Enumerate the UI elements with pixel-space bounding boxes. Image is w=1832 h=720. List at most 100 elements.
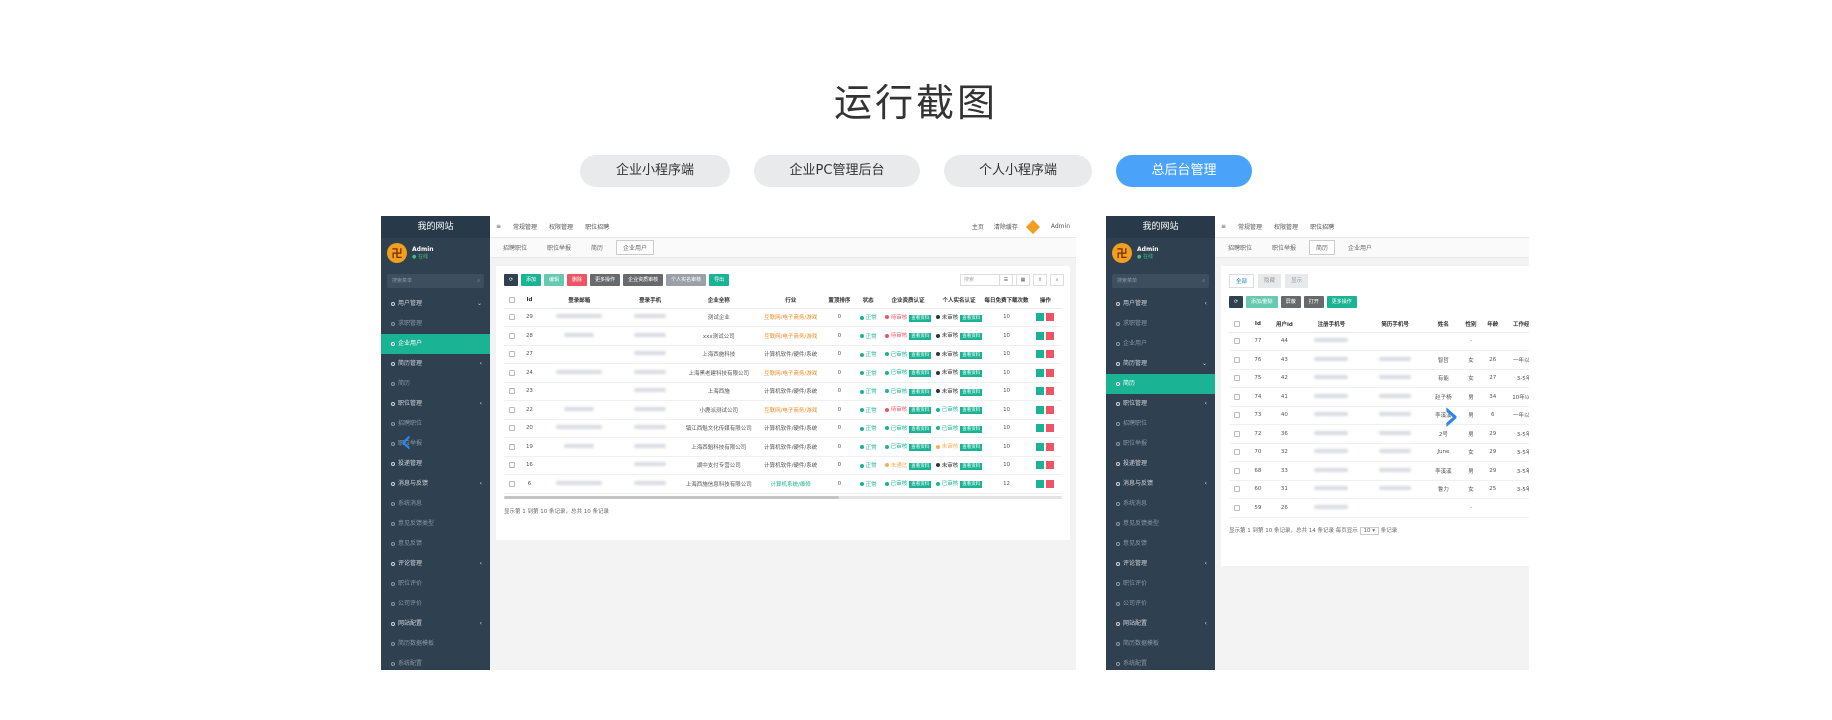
column-header[interactable]: 每日免费下载次数 (984, 292, 1029, 309)
column-header[interactable]: Id (1245, 316, 1270, 333)
sidebar-item[interactable]: 网站配置 ‹ (381, 614, 490, 634)
column-header[interactable]: 工作经验 (1503, 316, 1529, 333)
delete-icon[interactable] (1046, 479, 1055, 488)
view-details-button[interactable]: 查看资料 (909, 444, 932, 452)
row-checkbox[interactable] (1234, 375, 1241, 381)
sidebar-item[interactable]: 系统配置 (1106, 654, 1215, 670)
edit-icon[interactable] (1036, 350, 1045, 359)
top-nav-item[interactable]: 权限管理 (549, 222, 573, 231)
row-checkbox[interactable] (508, 406, 515, 413)
edit-icon[interactable] (1036, 387, 1045, 396)
column-header[interactable]: 用户id (1269, 316, 1299, 333)
sidebar-item[interactable]: 意见反馈 (1106, 534, 1215, 554)
search-icon[interactable]: ⌕ (1050, 274, 1064, 286)
edit-icon[interactable] (1036, 331, 1045, 340)
column-header[interactable] (1229, 316, 1246, 333)
tab-3[interactable]: 个人小程序端 (944, 155, 1092, 187)
column-header[interactable]: 操作 (1028, 292, 1062, 309)
view-details-button[interactable]: 查看资料 (909, 351, 932, 359)
row-checkbox[interactable] (1234, 338, 1241, 344)
sidebar-item[interactable]: 简历数据模板 (381, 634, 490, 654)
column-header[interactable]: 年龄 (1481, 316, 1504, 333)
select-all-checkbox[interactable] (1234, 320, 1241, 327)
toolbar-button[interactable]: 屏蔽 (1280, 296, 1301, 308)
filter-tab[interactable]: 隐藏 (1258, 274, 1282, 288)
table-row[interactable]: 7441赵子杨男3410年以上 (1229, 387, 1529, 407)
toolbar-button[interactable]: 更多操作 (1326, 296, 1357, 308)
view-details-button[interactable]: 查看资料 (960, 481, 983, 489)
delete-icon[interactable] (1046, 331, 1055, 340)
column-header[interactable]: 企业资质认证 (882, 292, 934, 309)
view-details-button[interactable]: 查看资料 (909, 314, 932, 322)
refresh-button[interactable]: ⟳ (504, 274, 518, 286)
delete-icon[interactable] (1046, 350, 1055, 359)
sidebar-search-input[interactable]: 搜索菜单 ⌕ (1112, 274, 1209, 288)
next-arrow-icon[interactable]: › (1436, 394, 1466, 438)
table-row[interactable]: 6833 李溪溪男293-5年 (1229, 461, 1529, 481)
view-details-button[interactable]: 查看资料 (909, 388, 932, 396)
table-row[interactable]: 7032 June女293-5年 (1229, 443, 1529, 462)
toolbar-button[interactable]: 企业资质审核 (623, 274, 664, 286)
delete-icon[interactable] (1046, 405, 1055, 414)
column-header[interactable]: 企业全称 (681, 292, 757, 309)
sidebar-item[interactable]: 评论管理 ‹ (381, 554, 490, 574)
tab-4[interactable]: 总后台管理 (1116, 155, 1252, 187)
row-checkbox[interactable] (508, 443, 515, 450)
column-header[interactable]: 姓名 (1426, 316, 1461, 333)
column-header[interactable]: 登录手机 (619, 292, 682, 309)
toolbar-button[interactable]: 更多操作 (590, 274, 621, 286)
sidebar-item[interactable]: 简历管理 ⌄ (1106, 354, 1215, 374)
sidebar-item[interactable]: 投递管理 (1106, 454, 1215, 474)
sidebar-item[interactable]: 公司评价 (381, 594, 490, 614)
sidebar-item[interactable]: 意见反馈 (381, 534, 490, 554)
table-row[interactable]: 59 26 - (1229, 498, 1529, 518)
sidebar-item[interactable]: 职位举报 (1106, 434, 1215, 454)
column-header[interactable]: 状态 (853, 292, 883, 309)
view-details-button[interactable]: 查看资料 (960, 444, 983, 452)
view-details-button[interactable]: 查看资料 (909, 425, 932, 433)
prev-arrow-icon[interactable]: ‹ (391, 421, 421, 461)
page-tab[interactable]: 企业用户 (616, 240, 655, 255)
table-row[interactable]: 6031 鲁力女253-5年 (1229, 480, 1529, 499)
sidebar-item[interactable]: 系统消息 (381, 494, 490, 514)
row-checkbox[interactable] (508, 332, 515, 339)
sidebar-item[interactable]: 企业用户 (1106, 334, 1215, 354)
table-row[interactable]: 23 上海西施 计算机软件/硬件/系统 0 正常 已审核 查看资料 未审核 查看资料 10 (504, 382, 1062, 401)
page-tab[interactable]: 职位举报 (1265, 240, 1303, 255)
row-checkbox[interactable] (508, 351, 515, 357)
view-details-button[interactable]: 查看资料 (909, 407, 932, 415)
top-nav-item[interactable]: 职位招聘 (1310, 222, 1334, 231)
refresh-button[interactable]: ⟳ (1229, 296, 1243, 308)
row-checkbox[interactable] (508, 369, 515, 376)
sidebar-item[interactable]: 简历 (1106, 374, 1215, 394)
view-details-button[interactable]: 查看资料 (960, 462, 983, 470)
view-details-button[interactable]: 查看资料 (909, 481, 932, 489)
sidebar-item[interactable]: 系统消息 (1106, 494, 1215, 514)
edit-icon[interactable] (1036, 405, 1045, 414)
column-header[interactable]: 注册手机号 (1298, 316, 1364, 333)
row-checkbox[interactable] (1234, 449, 1241, 455)
top-nav-item[interactable]: 职位招聘 (585, 222, 609, 231)
delete-icon[interactable] (1046, 424, 1055, 433)
table-row[interactable]: 7340李溪溪男6一年以内 (1229, 406, 1529, 425)
table-row[interactable]: 7643 智哲女26一年以内 (1229, 350, 1529, 370)
horizontal-scrollbar[interactable] (504, 495, 1062, 499)
sidebar-item[interactable]: 评论管理 ‹ (1106, 554, 1215, 574)
toolbar-button[interactable]: 打开 (1303, 296, 1324, 308)
column-header[interactable]: 置顶排序 (825, 292, 854, 309)
sidebar-item[interactable]: 职位管理 ‹ (1106, 394, 1215, 414)
edit-icon[interactable] (1036, 461, 1045, 470)
page-tab[interactable]: 招聘职位 (1221, 240, 1259, 255)
view-details-button[interactable]: 查看资料 (960, 407, 983, 415)
page-size-select[interactable]: 10 ▾ (1359, 526, 1380, 535)
view-details-button[interactable]: 查看资料 (909, 333, 932, 341)
sidebar-item[interactable]: 消息与反馈 ‹ (381, 474, 490, 494)
view-details-button[interactable]: 查看资料 (960, 333, 983, 341)
column-header[interactable]: 行业 (756, 292, 826, 309)
filter-tab[interactable]: 显示 (1285, 274, 1309, 288)
table-row[interactable]: 7542 有能女273-5年 (1229, 369, 1529, 388)
sidebar-item[interactable]: 消息与反馈 ‹ (1106, 474, 1215, 494)
sidebar-item[interactable]: 职位管理 ‹ (381, 394, 490, 414)
top-nav-item[interactable]: ≡ (496, 223, 501, 230)
list-icon[interactable]: ☰ (999, 274, 1013, 286)
